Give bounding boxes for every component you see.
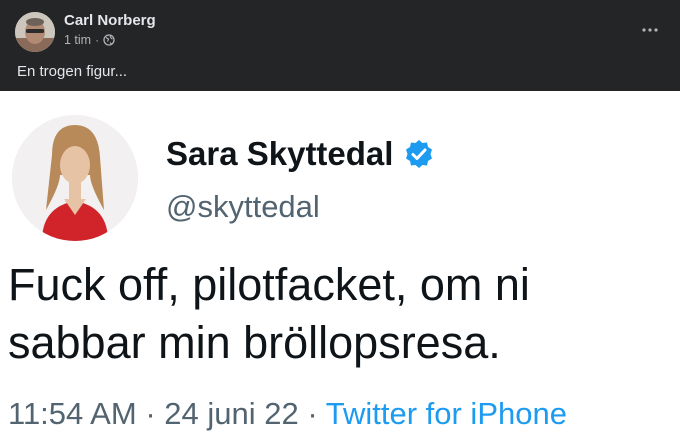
tweet-meta-separator-1: · [145,396,156,431]
author-name[interactable]: Carl Norberg [64,12,156,29]
tweet-text: Fuck off, pilotfacket, om ni sabbar min … [8,259,530,368]
post-meta: 1 tim · [64,33,115,47]
post-timestamp[interactable]: 1 tim [64,33,91,47]
tweet-screenshot-image[interactable]: Sara Skyttedal @skyttedal Fuck off, pilo… [0,91,680,444]
tweet-meta: 11:54 AM · 24 juni 22 · Twitter for iPho… [8,396,567,432]
post-text: En trogen figur... [17,63,128,80]
tweet-name-text: Sara Skyttedal [166,135,394,172]
ellipsis-icon [642,28,658,32]
globe-icon [103,34,115,46]
more-options-button[interactable] [638,18,662,42]
author-avatar[interactable] [15,12,55,52]
facebook-post-header: Carl Norberg 1 tim · En trogen figur... [0,0,680,91]
tweet-source: Twitter for iPhone [325,396,567,431]
tweet-avatar [12,115,138,241]
tweet-meta-separator-2: · [307,396,318,431]
meta-separator: · [95,33,100,47]
verified-badge-icon [406,140,433,168]
tweet-time: 11:54 AM [8,396,137,431]
tweet-display-name: Sara Skyttedal [166,135,435,173]
tweet-handle: @skyttedal [166,189,320,224]
tweet-date: 24 juni 22 [164,396,299,431]
